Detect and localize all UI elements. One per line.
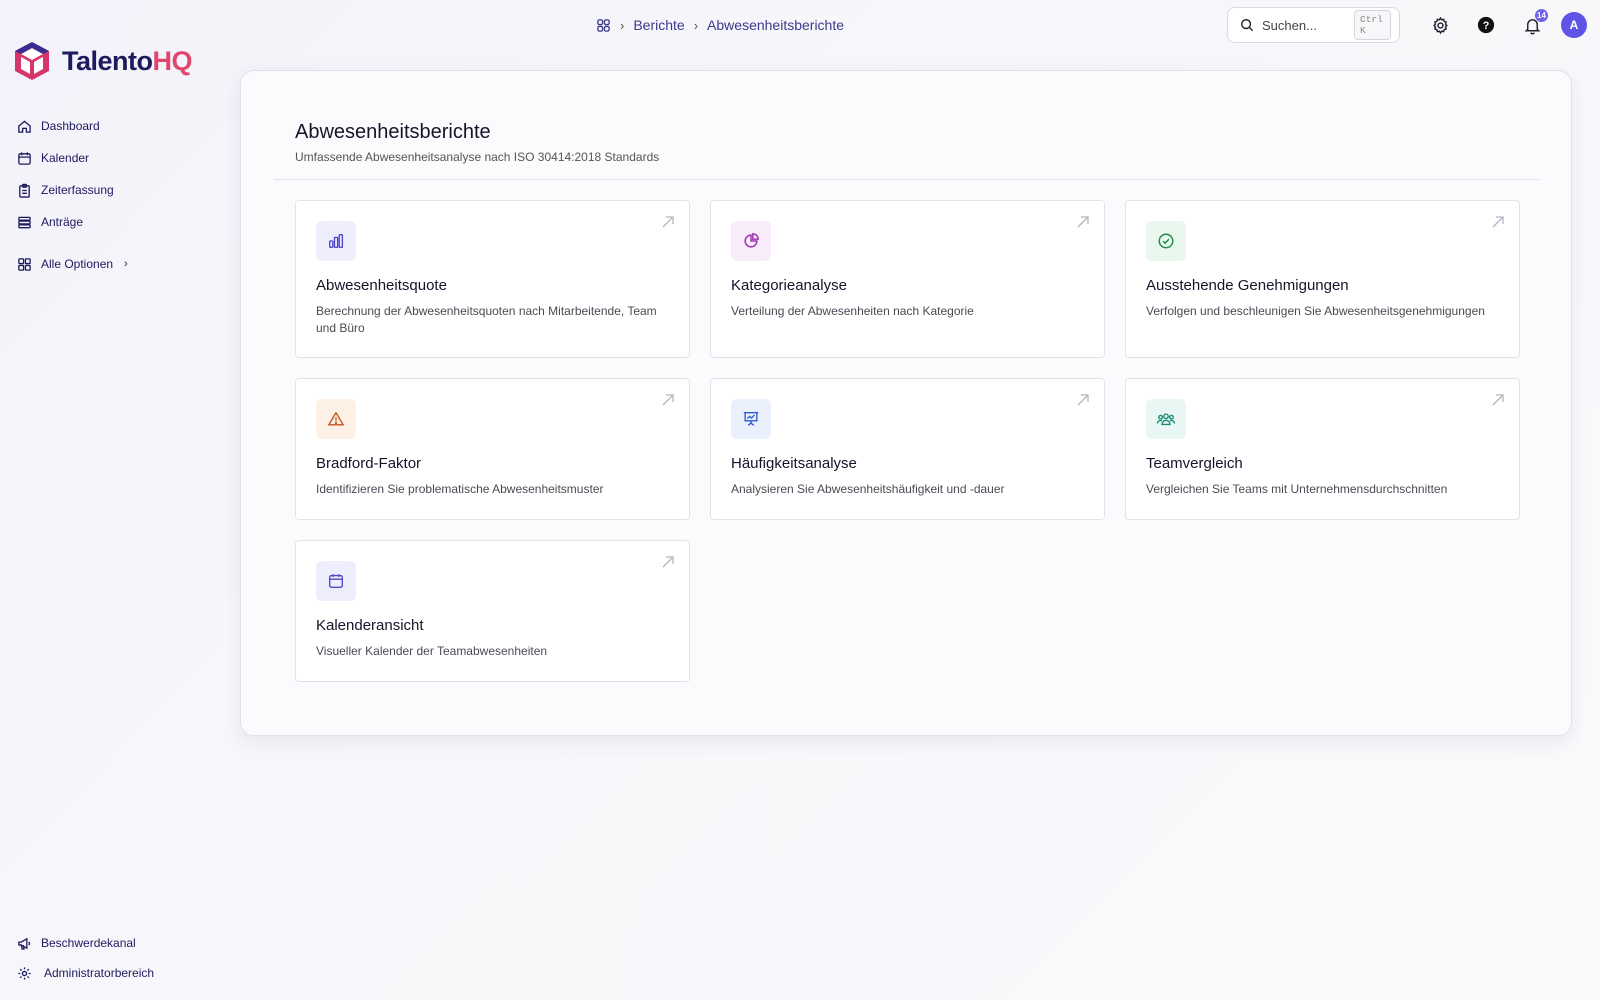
card-description: Vergleichen Sie Teams mit Unternehmensdu…	[1146, 482, 1448, 496]
card-description: Analysieren Sie Abwesenheitshäufigkeit u…	[731, 482, 1005, 496]
sidebar-item-beschwerdekanal[interactable]: Beschwerdekanal	[16, 928, 154, 958]
arrow-up-right-icon	[662, 216, 674, 228]
stack-icon	[16, 214, 32, 230]
report-card-bradford-faktor[interactable]: Bradford-Faktor Identifizieren Sie probl…	[295, 378, 690, 520]
report-card-ausstehende-genehmigungen[interactable]: Ausstehende Genehmigungen Verfolgen und …	[1125, 200, 1520, 358]
home-icon	[16, 118, 32, 134]
card-icon-box	[731, 221, 771, 261]
sidebar-bottom-nav: Beschwerdekanal Administratorbereich	[16, 928, 154, 988]
sidebar-item-label: Administratorbereich	[44, 966, 155, 980]
arrow-up-right-icon	[1077, 394, 1089, 406]
sidebar: TalentoHQ Dashboard Kalender Zeiterfassu…	[0, 0, 220, 1000]
page-subtitle: Umfassende Abwesenheitsanalyse nach ISO …	[295, 150, 660, 164]
settings-gear-icon[interactable]	[1428, 13, 1452, 37]
sidebar-item-zeiterfassung[interactable]: Zeiterfassung	[16, 174, 128, 206]
megaphone-icon	[16, 935, 32, 951]
sidebar-item-antraege[interactable]: Anträge	[16, 206, 128, 238]
sidebar-item-label: Alle Optionen	[41, 257, 114, 271]
card-description: Verfolgen und beschleunigen Sie Abwesenh…	[1146, 304, 1485, 318]
presentation-chart-icon	[743, 412, 759, 426]
search-icon	[1240, 18, 1254, 32]
check-circle-icon	[1158, 233, 1174, 249]
gear-icon	[16, 965, 32, 981]
report-card-kalenderansicht[interactable]: Kalenderansicht Visueller Kalender der T…	[295, 540, 690, 682]
sidebar-item-label: Beschwerdekanal	[41, 936, 136, 950]
logo[interactable]: TalentoHQ	[12, 40, 192, 82]
report-card-haeufigkeitsanalyse[interactable]: Häufigkeitsanalyse Analysieren Sie Abwes…	[710, 378, 1105, 520]
calendar-icon	[16, 150, 32, 166]
card-icon-box	[1146, 399, 1186, 439]
card-icon-box	[1146, 221, 1186, 261]
divider	[274, 179, 1539, 180]
card-title: Bradford-Faktor	[316, 455, 422, 472]
breadcrumb-berichte[interactable]: Berichte	[633, 17, 684, 33]
arrow-up-right-icon	[1492, 216, 1504, 228]
chevron-right-icon: ›	[693, 17, 699, 33]
svg-text:?: ?	[1483, 20, 1490, 32]
card-title: Teamvergleich	[1146, 455, 1243, 472]
card-title: Häufigkeitsanalyse	[731, 455, 857, 472]
apps-grid-icon[interactable]	[596, 18, 611, 33]
arrow-up-right-icon	[662, 394, 674, 406]
chevron-right-icon: ›	[124, 258, 128, 270]
search-box[interactable]: Ctrl K	[1227, 7, 1400, 43]
clipboard-icon	[16, 182, 32, 198]
bar-chart-icon	[329, 234, 344, 248]
sidebar-item-admin[interactable]: Administratorbereich	[16, 958, 154, 988]
card-description: Berechnung der Abwesenheitsquoten nach M…	[316, 304, 657, 335]
sidebar-nav: Dashboard Kalender Zeiterfassung Anträge…	[16, 110, 128, 280]
breadcrumb: › Berichte › Abwesenheitsberichte	[596, 14, 844, 36]
sidebar-item-label: Zeiterfassung	[41, 183, 114, 197]
breadcrumb-current: Abwesenheitsberichte	[707, 17, 845, 33]
sidebar-item-kalender[interactable]: Kalender	[16, 142, 128, 174]
card-icon-box	[316, 561, 356, 601]
sidebar-item-label: Kalender	[41, 151, 90, 165]
card-title: Abwesenheitsquote	[316, 277, 447, 294]
search-input[interactable]	[1262, 17, 1346, 33]
sidebar-item-label: Dashboard	[41, 119, 100, 133]
report-card-abwesenheitsquote[interactable]: Abwesenheitsquote Berechnung der Abwesen…	[295, 200, 690, 358]
report-card-kategorieanalyse[interactable]: Kategorieanalyse Verteilung der Abwesenh…	[710, 200, 1105, 358]
card-icon-box	[316, 399, 356, 439]
report-card-teamvergleich[interactable]: Teamvergleich Vergleichen Sie Teams mit …	[1125, 378, 1520, 520]
card-icon-box	[316, 221, 356, 261]
card-description: Verteilung der Abwesenheiten nach Katego…	[731, 304, 974, 318]
logo-cube-icon	[15, 42, 49, 80]
card-title: Ausstehende Genehmigungen	[1146, 277, 1349, 294]
warning-icon	[328, 412, 344, 426]
card-title: Kalenderansicht	[316, 617, 424, 634]
sidebar-item-label: Anträge	[41, 215, 84, 229]
grid-icon	[16, 256, 32, 272]
pie-chart-icon	[744, 233, 759, 248]
help-icon[interactable]: ?	[1474, 13, 1498, 37]
bell-icon[interactable]: 14	[1520, 9, 1548, 37]
main-panel: Abwesenheitsberichte Umfassende Abwesenh…	[240, 70, 1572, 736]
page-title: Abwesenheitsberichte	[295, 121, 491, 143]
sidebar-item-all-options[interactable]: Alle Optionen ›	[16, 248, 128, 280]
arrow-up-right-icon	[1492, 394, 1504, 406]
chevron-right-icon: ›	[620, 17, 625, 33]
calendar-icon	[329, 574, 343, 588]
logo-text: TalentoHQ	[62, 45, 192, 76]
users-icon	[1156, 413, 1176, 426]
arrow-up-right-icon	[662, 556, 674, 568]
card-icon-box	[731, 399, 771, 439]
card-description: Visueller Kalender der Teamabwesenheiten	[316, 644, 548, 658]
card-title: Kategorieanalyse	[731, 277, 847, 294]
card-description: Identifizieren Sie problematische Abwese…	[316, 482, 604, 496]
notification-badge: 14	[1535, 9, 1548, 22]
search-shortcut: Ctrl K	[1354, 10, 1391, 40]
arrow-up-right-icon	[1077, 216, 1089, 228]
avatar[interactable]: A	[1561, 12, 1587, 38]
sidebar-item-dashboard[interactable]: Dashboard	[16, 110, 128, 142]
